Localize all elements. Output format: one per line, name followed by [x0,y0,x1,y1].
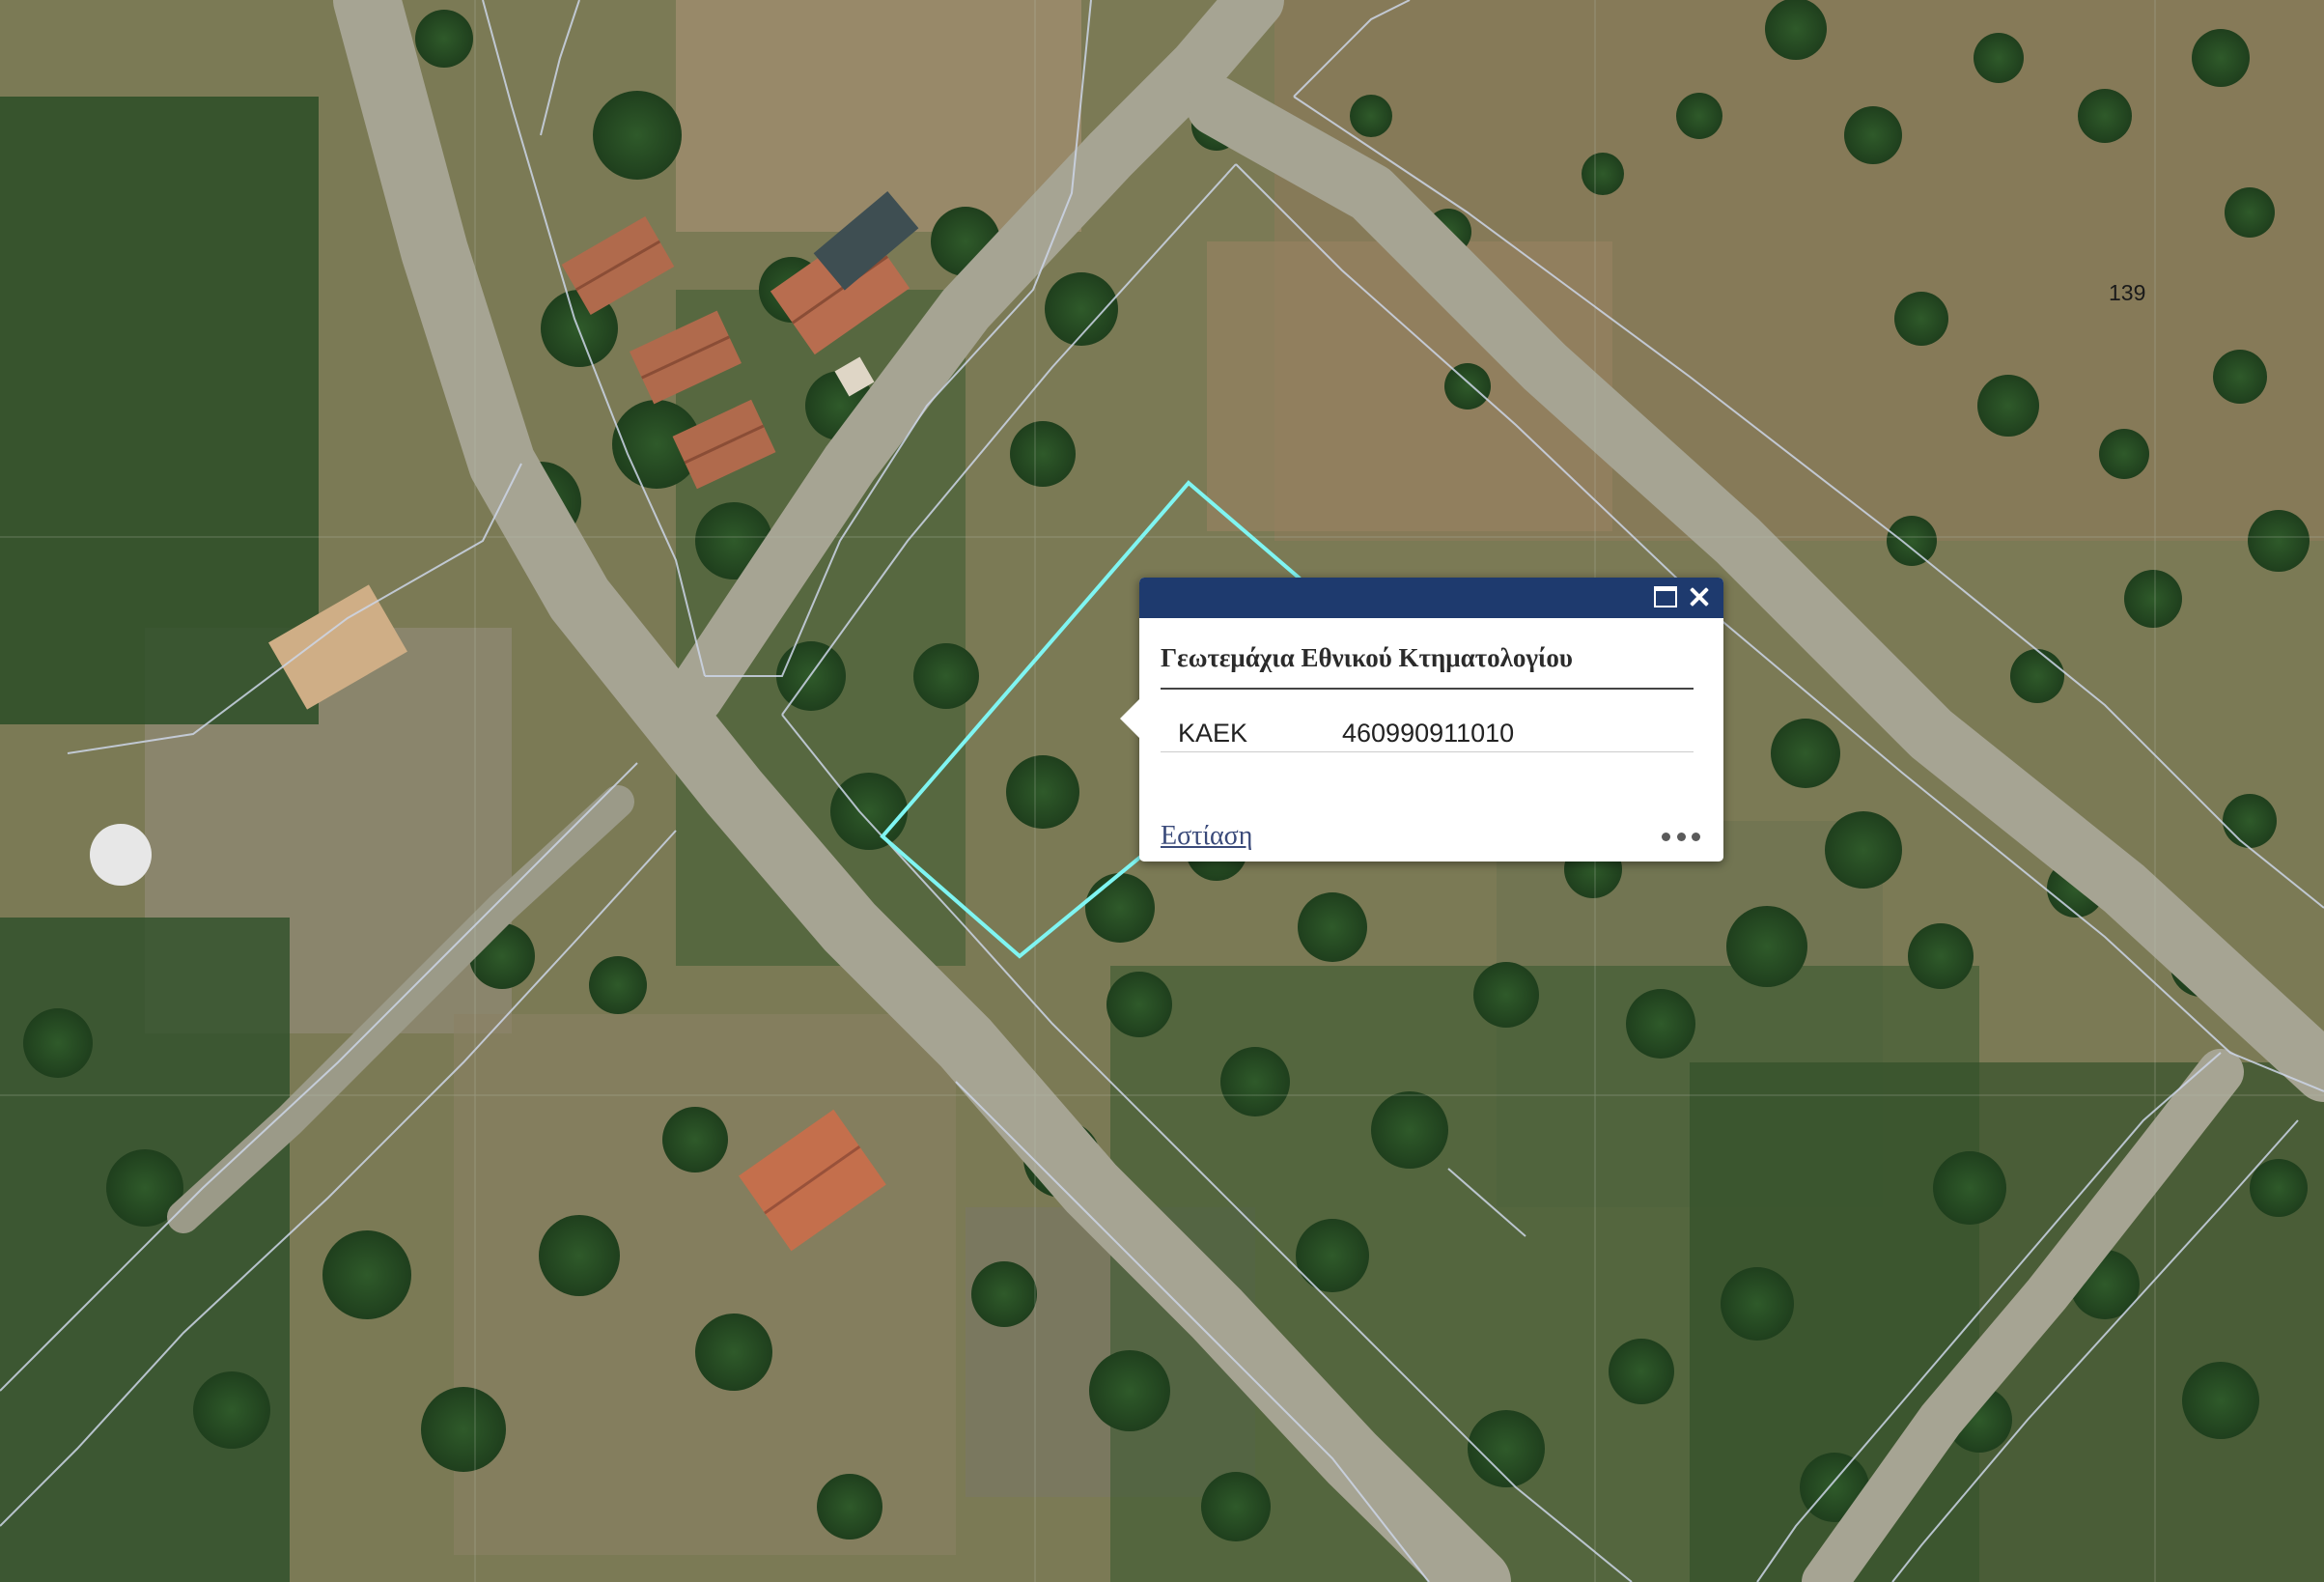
zoom-to-link[interactable]: Εστίαση [1161,821,1252,852]
attribute-value: 460990911010 [1342,719,1515,748]
attribute-row: ΚΑΕΚ 460990911010 [1161,707,1694,752]
ellipsis-dot [1676,832,1686,841]
attribute-key: ΚΑΕΚ [1178,719,1248,748]
close-icon[interactable] [1685,582,1714,611]
popup-header [1139,578,1723,618]
feature-popup: Γεωτεμάχια Εθνικού Κτηματολογίου ΚΑΕΚ 46… [1120,578,1723,862]
ellipsis-dot [1662,832,1670,841]
popup-title: Γεωτεμάχια Εθνικού Κτηματολογίου [1161,643,1573,672]
ellipsis-dot [1692,832,1700,841]
parcel-number-label: 139 [2109,280,2146,305]
ellipsis-icon[interactable] [1662,831,1700,842]
title-divider [1161,688,1694,690]
popup-pointer [1120,699,1139,738]
maximize-icon[interactable] [1654,586,1677,607]
